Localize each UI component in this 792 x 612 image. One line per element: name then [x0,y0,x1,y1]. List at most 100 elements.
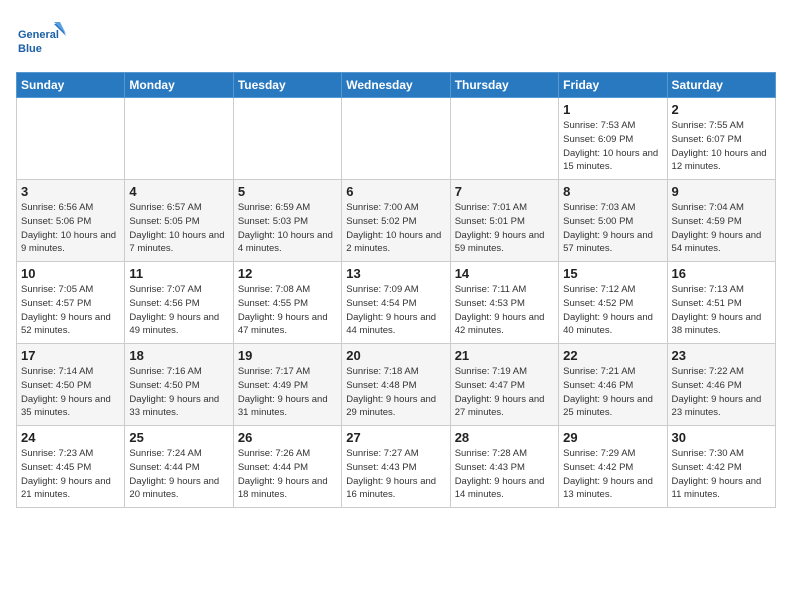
day-number: 4 [129,184,228,199]
day-info: Sunrise: 7:01 AM Sunset: 5:01 PM Dayligh… [455,201,554,256]
calendar-cell: 26 Sunrise: 7:26 AM Sunset: 4:44 PM Dayli… [233,426,341,508]
day-info: Sunrise: 7:23 AM Sunset: 4:45 PM Dayligh… [21,447,120,502]
day-info: Sunrise: 7:04 AM Sunset: 4:59 PM Dayligh… [672,201,771,256]
day-number: 25 [129,430,228,445]
day-info: Sunrise: 7:30 AM Sunset: 4:42 PM Dayligh… [672,447,771,502]
calendar-cell: 21 Sunrise: 7:19 AM Sunset: 4:47 PM Dayli… [450,344,558,426]
day-info: Sunrise: 6:59 AM Sunset: 5:03 PM Dayligh… [238,201,337,256]
day-number: 21 [455,348,554,363]
calendar-cell: 30 Sunrise: 7:30 AM Sunset: 4:42 PM Dayli… [667,426,775,508]
calendar-cell: 11 Sunrise: 7:07 AM Sunset: 4:56 PM Dayli… [125,262,233,344]
calendar-cell [450,98,558,180]
day-number: 13 [346,266,445,281]
day-info: Sunrise: 7:17 AM Sunset: 4:49 PM Dayligh… [238,365,337,420]
svg-text:General: General [18,29,59,41]
day-info: Sunrise: 7:24 AM Sunset: 4:44 PM Dayligh… [129,447,228,502]
weekday-header-monday: Monday [125,73,233,98]
day-number: 7 [455,184,554,199]
calendar-cell: 28Sunrise: 7:28 AM Sunset: 4:43 PM Dayli… [450,426,558,508]
calendar-week-row: 24Sunrise: 7:23 AM Sunset: 4:45 PM Dayli… [17,426,776,508]
day-info: Sunrise: 7:07 AM Sunset: 4:56 PM Dayligh… [129,283,228,338]
day-info: Sunrise: 7:27 AM Sunset: 4:43 PM Dayligh… [346,447,445,502]
calendar-week-row: 10 Sunrise: 7:05 AM Sunset: 4:57 PM Dayli… [17,262,776,344]
day-number: 27 [346,430,445,445]
day-number: 1 [563,102,662,117]
day-number: 14 [455,266,554,281]
day-number: 26 [238,430,337,445]
calendar-cell: 13 Sunrise: 7:09 AM Sunset: 4:54 PM Dayli… [342,262,450,344]
calendar-cell [17,98,125,180]
day-info: Sunrise: 6:56 AM Sunset: 5:06 PM Dayligh… [21,201,120,256]
calendar-cell [342,98,450,180]
calendar-cell: 8 Sunrise: 7:03 AM Sunset: 5:00 PM Daylig… [559,180,667,262]
day-info: Sunrise: 7:22 AM Sunset: 4:46 PM Dayligh… [672,365,771,420]
calendar-cell: 27 Sunrise: 7:27 AM Sunset: 4:43 PM Dayli… [342,426,450,508]
day-info: Sunrise: 6:57 AM Sunset: 5:05 PM Dayligh… [129,201,228,256]
calendar-cell: 22Sunrise: 7:21 AM Sunset: 4:46 PM Dayli… [559,344,667,426]
calendar-cell: 18 Sunrise: 7:16 AM Sunset: 4:50 PM Dayli… [125,344,233,426]
logo-svg: General Blue [16,20,66,64]
weekday-header-saturday: Saturday [667,73,775,98]
calendar-cell: 14 Sunrise: 7:11 AM Sunset: 4:53 PM Dayli… [450,262,558,344]
calendar-cell: 1Sunrise: 7:53 AM Sunset: 6:09 PM Daylig… [559,98,667,180]
day-number: 11 [129,266,228,281]
calendar-cell: 16 Sunrise: 7:13 AM Sunset: 4:51 PM Dayli… [667,262,775,344]
day-number: 10 [21,266,120,281]
calendar-cell: 19 Sunrise: 7:17 AM Sunset: 4:49 PM Dayli… [233,344,341,426]
svg-text:Blue: Blue [18,43,42,55]
day-info: Sunrise: 7:09 AM Sunset: 4:54 PM Dayligh… [346,283,445,338]
day-info: Sunrise: 7:12 AM Sunset: 4:52 PM Dayligh… [563,283,662,338]
weekday-header-sunday: Sunday [17,73,125,98]
logo: General Blue [16,20,66,64]
day-number: 23 [672,348,771,363]
day-number: 8 [563,184,662,199]
header: General Blue [16,16,776,64]
day-number: 20 [346,348,445,363]
day-number: 18 [129,348,228,363]
day-info: Sunrise: 7:29 AM Sunset: 4:42 PM Dayligh… [563,447,662,502]
day-info: Sunrise: 7:19 AM Sunset: 4:47 PM Dayligh… [455,365,554,420]
calendar-cell: 23 Sunrise: 7:22 AM Sunset: 4:46 PM Dayli… [667,344,775,426]
calendar-cell: 2 Sunrise: 7:55 AM Sunset: 6:07 PM Daylig… [667,98,775,180]
day-number: 15 [563,266,662,281]
calendar-cell: 6 Sunrise: 7:00 AM Sunset: 5:02 PM Daylig… [342,180,450,262]
calendar-cell: 4 Sunrise: 6:57 AM Sunset: 5:05 PM Daylig… [125,180,233,262]
day-info: Sunrise: 7:05 AM Sunset: 4:57 PM Dayligh… [21,283,120,338]
day-info: Sunrise: 7:16 AM Sunset: 4:50 PM Dayligh… [129,365,228,420]
day-info: Sunrise: 7:03 AM Sunset: 5:00 PM Dayligh… [563,201,662,256]
calendar-week-row: 3 Sunrise: 6:56 AM Sunset: 5:06 PM Daylig… [17,180,776,262]
day-info: Sunrise: 7:00 AM Sunset: 5:02 PM Dayligh… [346,201,445,256]
day-info: Sunrise: 7:13 AM Sunset: 4:51 PM Dayligh… [672,283,771,338]
day-info: Sunrise: 7:55 AM Sunset: 6:07 PM Dayligh… [672,119,771,174]
day-number: 6 [346,184,445,199]
day-number: 12 [238,266,337,281]
day-number: 3 [21,184,120,199]
calendar-cell: 5 Sunrise: 6:59 AM Sunset: 5:03 PM Daylig… [233,180,341,262]
weekday-header-friday: Friday [559,73,667,98]
calendar-cell: 29Sunrise: 7:29 AM Sunset: 4:42 PM Dayli… [559,426,667,508]
day-info: Sunrise: 7:21 AM Sunset: 4:46 PM Dayligh… [563,365,662,420]
calendar-cell: 20 Sunrise: 7:18 AM Sunset: 4:48 PM Dayli… [342,344,450,426]
weekday-header-tuesday: Tuesday [233,73,341,98]
day-number: 5 [238,184,337,199]
calendar-cell: 7 Sunrise: 7:01 AM Sunset: 5:01 PM Daylig… [450,180,558,262]
day-info: Sunrise: 7:18 AM Sunset: 4:48 PM Dayligh… [346,365,445,420]
day-info: Sunrise: 7:28 AM Sunset: 4:43 PM Dayligh… [455,447,554,502]
day-number: 16 [672,266,771,281]
calendar-cell: 9Sunrise: 7:04 AM Sunset: 4:59 PM Daylig… [667,180,775,262]
calendar-cell [233,98,341,180]
calendar-cell: 10 Sunrise: 7:05 AM Sunset: 4:57 PM Dayli… [17,262,125,344]
day-number: 30 [672,430,771,445]
day-info: Sunrise: 7:26 AM Sunset: 4:44 PM Dayligh… [238,447,337,502]
calendar-week-row: 17Sunrise: 7:14 AM Sunset: 4:50 PM Dayli… [17,344,776,426]
weekday-header-row: SundayMondayTuesdayWednesdayThursdayFrid… [17,73,776,98]
calendar-cell: 24Sunrise: 7:23 AM Sunset: 4:45 PM Dayli… [17,426,125,508]
day-info: Sunrise: 7:11 AM Sunset: 4:53 PM Dayligh… [455,283,554,338]
weekday-header-wednesday: Wednesday [342,73,450,98]
calendar-cell: 3 Sunrise: 6:56 AM Sunset: 5:06 PM Daylig… [17,180,125,262]
day-number: 2 [672,102,771,117]
calendar-cell [125,98,233,180]
day-number: 19 [238,348,337,363]
calendar-cell: 17Sunrise: 7:14 AM Sunset: 4:50 PM Dayli… [17,344,125,426]
calendar-cell: 15 Sunrise: 7:12 AM Sunset: 4:52 PM Dayli… [559,262,667,344]
